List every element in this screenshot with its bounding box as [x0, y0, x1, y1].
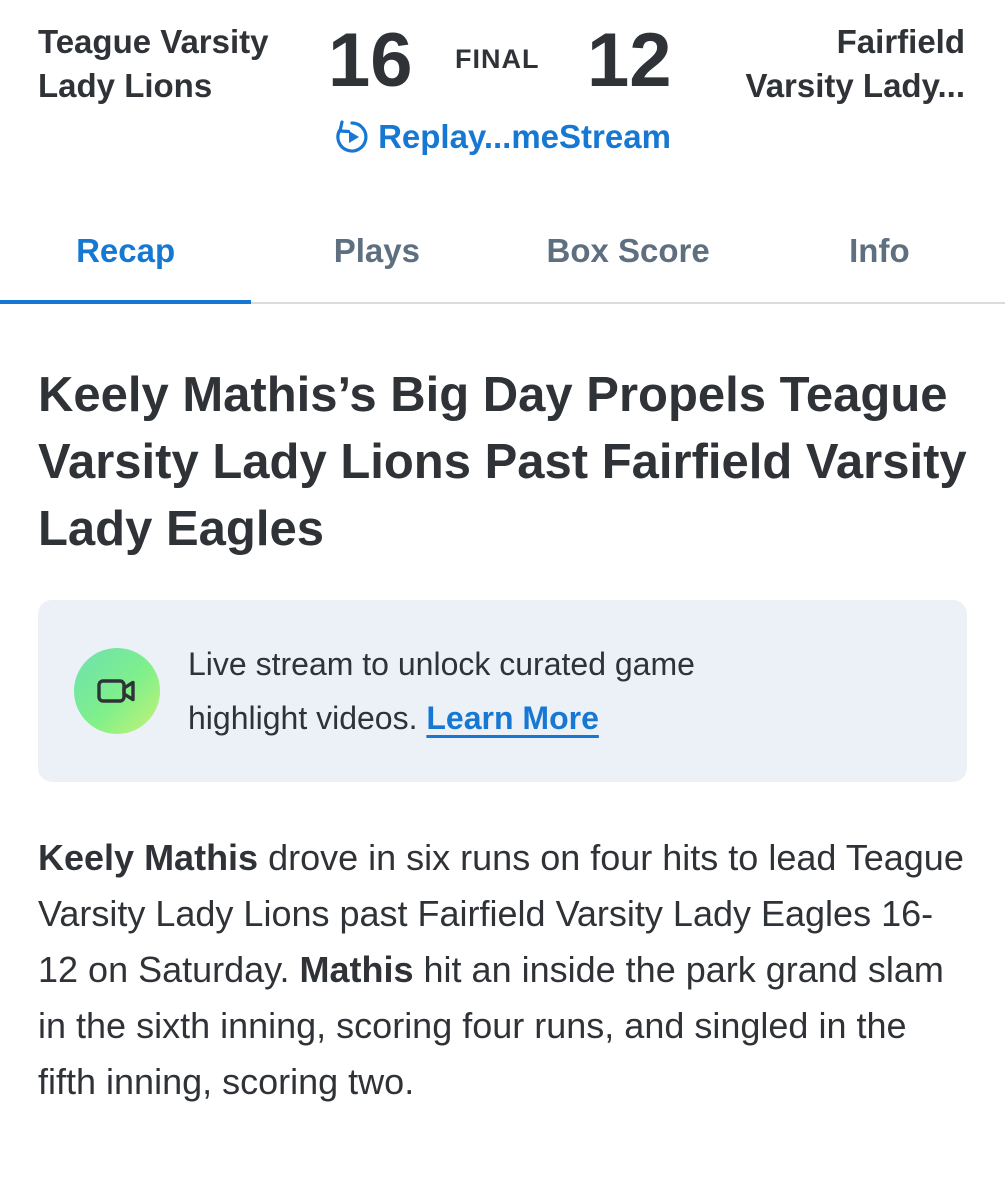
video-camera-icon — [74, 648, 160, 734]
tab-info[interactable]: Info — [754, 200, 1005, 302]
replay-stream-link[interactable]: Replay...meStream — [0, 118, 1005, 156]
game-status: FINAL — [455, 44, 540, 74]
live-stream-promo: Live stream to unlock curated game highl… — [38, 600, 967, 782]
tab-plays[interactable]: Plays — [251, 200, 502, 302]
replay-label: Replay...meStream — [378, 118, 671, 155]
player-name-bold-2: Mathis — [299, 949, 414, 990]
recap-body: Keely Mathis drove in six runs on four h… — [38, 830, 967, 1110]
learn-more-link[interactable]: Learn More — [426, 700, 598, 736]
tab-box-score[interactable]: Box Score — [503, 200, 754, 302]
home-team-name-line2: Lady Lions — [38, 67, 213, 104]
away-team-name[interactable]: Fairfield Varsity Lady... — [695, 20, 966, 108]
away-score: 12 — [587, 18, 672, 103]
tab-bar: Recap Plays Box Score Info — [0, 200, 1005, 304]
replay-icon — [336, 120, 368, 153]
home-team-name-line1: Teague Varsity — [38, 23, 269, 60]
tab-recap[interactable]: Recap — [0, 200, 252, 304]
promo-text: Live stream to unlock curated game highl… — [188, 637, 808, 745]
home-score: 16 — [328, 18, 413, 103]
scoreboard: Teague Varsity Lady Lions 16 FINAL 12 Fa… — [0, 0, 1005, 200]
player-name-bold: Keely Mathis — [38, 837, 259, 878]
away-team-name-line1: Fairfield — [836, 23, 965, 60]
home-team-name[interactable]: Teague Varsity Lady Lions — [38, 20, 308, 108]
recap-headline: Keely Mathis’s Big Day Propels Teague Va… — [38, 368, 967, 556]
away-team-name-line2: Varsity Lady... — [745, 67, 966, 104]
